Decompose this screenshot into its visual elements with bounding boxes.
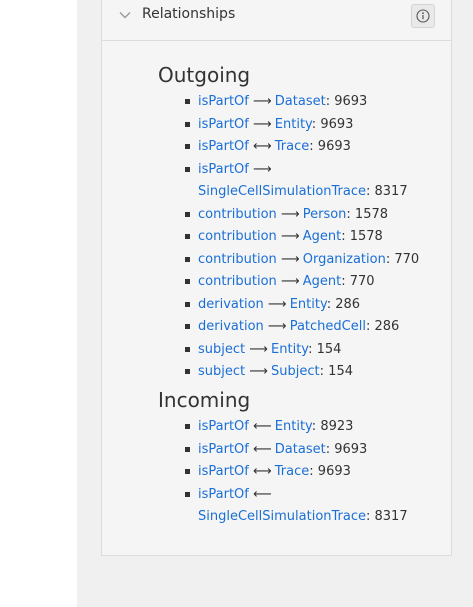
- outgoing-list: isPartOf ⟶ Dataset: 9693 isPartOf ⟶ Enti…: [185, 91, 438, 384]
- list-item: subject ⟶ Entity: 154: [185, 339, 438, 362]
- info-button[interactable]: [411, 4, 435, 28]
- arrow: ⟶: [253, 161, 272, 177]
- target-link[interactable]: SingleCellSimulationTrace: [198, 509, 366, 524]
- list-item: contribution ⟶ Person: 1578: [185, 204, 438, 227]
- count: 8317: [374, 184, 408, 199]
- relation-link[interactable]: isPartOf: [198, 162, 249, 177]
- count: 8317: [374, 509, 408, 524]
- list-item: contribution ⟶ Organization: 770: [185, 249, 438, 272]
- target-link[interactable]: Agent: [303, 229, 341, 244]
- count: 154: [328, 364, 353, 379]
- target-link[interactable]: Trace: [275, 464, 310, 479]
- arrow: ⟶: [280, 251, 300, 267]
- panel-title: Relationships: [142, 6, 236, 22]
- relation-link[interactable]: subject: [198, 342, 245, 357]
- list-item: isPartOf ⟵ SingleCellSimulationTrace: 83…: [185, 484, 438, 529]
- relation-link[interactable]: isPartOf: [198, 464, 249, 479]
- target-link[interactable]: Entity: [275, 419, 312, 434]
- target-link[interactable]: Person: [303, 207, 347, 222]
- arrow: ⟷: [253, 139, 272, 154]
- count: 1578: [349, 229, 383, 244]
- list-item: subject ⟶ Subject: 154: [185, 361, 438, 384]
- arrow: ⟷: [253, 464, 272, 479]
- arrow: ⟶: [280, 206, 300, 222]
- target-link[interactable]: Trace: [275, 139, 310, 154]
- target-link[interactable]: Agent: [303, 274, 341, 289]
- target-link[interactable]: SingleCellSimulationTrace: [198, 184, 366, 199]
- relation-link[interactable]: isPartOf: [198, 117, 249, 132]
- target-link[interactable]: Dataset: [275, 442, 326, 457]
- arrow: ⟶: [267, 296, 287, 312]
- arrow: ⟶: [249, 364, 268, 379]
- info-icon: [416, 9, 430, 23]
- arrow: ⟶: [280, 274, 300, 289]
- relation-link[interactable]: isPartOf: [198, 94, 249, 109]
- list-item: derivation ⟶ Entity: 286: [185, 294, 438, 317]
- arrow: ⟶: [253, 116, 272, 132]
- incoming-heading: Incoming: [158, 388, 251, 412]
- chevron-down-icon[interactable]: [118, 8, 132, 22]
- count: 9693: [317, 139, 351, 154]
- relation-link[interactable]: isPartOf: [198, 487, 249, 502]
- count: 1578: [354, 206, 389, 222]
- relation-link[interactable]: contribution: [198, 229, 277, 244]
- relation-link[interactable]: contribution: [198, 252, 277, 267]
- relation-link[interactable]: isPartOf: [198, 139, 249, 154]
- arrow: ⟶: [253, 94, 272, 109]
- list-item: isPartOf ⟵ Entity: 8923: [185, 416, 438, 439]
- incoming-list: isPartOf ⟵ Entity: 8923 isPartOf ⟵ Datas…: [185, 416, 438, 529]
- count: 9693: [320, 116, 354, 132]
- relationships-panel: Relationships Outgoing isPartOf ⟶ Datase…: [101, 0, 452, 556]
- target-link[interactable]: Subject: [271, 364, 320, 379]
- target-link[interactable]: Dataset: [275, 94, 326, 109]
- target-link[interactable]: Entity: [290, 297, 327, 312]
- list-item: isPartOf ⟵ Dataset: 9693: [185, 439, 438, 462]
- count: 286: [335, 296, 361, 312]
- count: 8923: [320, 419, 354, 434]
- count: 770: [394, 251, 420, 267]
- list-item: isPartOf ⟷ Trace: 9693: [185, 461, 438, 484]
- arrow: ⟶: [267, 319, 287, 334]
- target-link[interactable]: Entity: [271, 342, 308, 357]
- target-link[interactable]: PatchedCell: [290, 319, 366, 334]
- list-item: isPartOf ⟶ SingleCellSimulationTrace: 83…: [185, 159, 438, 204]
- arrow: ⟵: [253, 419, 272, 434]
- list-item: isPartOf ⟶ Entity: 9693: [185, 114, 438, 137]
- panel-header[interactable]: Relationships: [102, 0, 451, 41]
- list-item: contribution ⟶ Agent: 770: [185, 271, 438, 294]
- relation-link[interactable]: derivation: [198, 297, 264, 312]
- relation-link[interactable]: subject: [198, 364, 245, 379]
- arrow: ⟵: [253, 441, 272, 457]
- left-sidebar: [0, 0, 77, 607]
- arrow: ⟶: [249, 341, 268, 357]
- list-item: derivation ⟶ PatchedCell: 286: [185, 316, 438, 339]
- count: 154: [316, 341, 342, 357]
- arrow: ⟶: [280, 229, 300, 244]
- count: 286: [374, 319, 400, 334]
- count: 770: [349, 274, 375, 289]
- relation-link[interactable]: derivation: [198, 319, 264, 334]
- list-item: isPartOf ⟶ Dataset: 9693: [185, 91, 438, 114]
- outgoing-heading: Outgoing: [158, 63, 251, 87]
- relation-link[interactable]: isPartOf: [198, 442, 249, 457]
- count: 9693: [317, 464, 351, 479]
- relation-link[interactable]: isPartOf: [198, 419, 249, 434]
- list-item: isPartOf ⟷ Trace: 9693: [185, 136, 438, 159]
- relation-link[interactable]: contribution: [198, 274, 277, 289]
- target-link[interactable]: Organization: [303, 252, 386, 267]
- target-link[interactable]: Entity: [275, 117, 312, 132]
- count: 9693: [334, 441, 368, 457]
- list-item: contribution ⟶ Agent: 1578: [185, 226, 438, 249]
- count: 9693: [334, 94, 368, 109]
- arrow: ⟵: [253, 486, 272, 502]
- relation-link[interactable]: contribution: [198, 207, 277, 222]
